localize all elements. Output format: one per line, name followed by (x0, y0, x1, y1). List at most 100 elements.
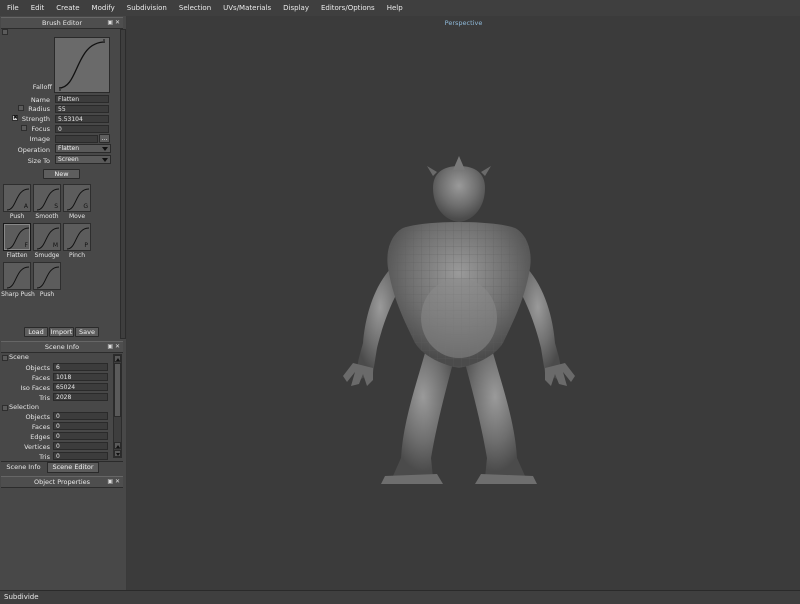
image-label: Image (29, 135, 50, 143)
menu-bar: File Edit Create Modify Subdivision Sele… (0, 0, 800, 16)
sel-edges-value: 0 (53, 432, 108, 440)
menu-display[interactable]: Display (277, 0, 315, 16)
menu-selection[interactable]: Selection (173, 0, 217, 16)
brush-hotkey: G (83, 203, 88, 210)
brush-hotkey: A (23, 203, 28, 210)
falloff-label: Falloff (32, 83, 52, 91)
menu-help[interactable]: Help (381, 0, 409, 16)
brush-editor-title: Brush Editor (41, 19, 83, 27)
chevron-down-icon (102, 158, 108, 162)
operation-label: Operation (17, 146, 50, 154)
menu-editors-options[interactable]: Editors/Options (315, 0, 381, 16)
import-button[interactable]: Import (49, 327, 74, 337)
panel-collapse-checkbox[interactable] (2, 29, 8, 35)
menu-edit[interactable]: Edit (25, 0, 51, 16)
brush-label-push: Push (9, 213, 25, 220)
faces-label: Faces (31, 374, 50, 382)
brush-label-sharp-push: Sharp Push (1, 291, 35, 298)
status-text: Subdivide (4, 593, 39, 601)
scroll-up-icon[interactable] (114, 355, 121, 362)
scene-group-header: Scene (9, 353, 29, 361)
close-icon[interactable]: ✕ (115, 343, 120, 350)
object-properties-title: Object Properties (33, 478, 91, 486)
left-panel: Brush Editor ▣ ✕ Falloff Name Flatten Ra… (0, 16, 126, 590)
tris-label: Tris (39, 394, 50, 402)
perspective-viewport[interactable]: Perspective (127, 16, 800, 590)
brush-smooth[interactable]: S (33, 184, 61, 212)
selection-group-checkbox[interactable] (2, 405, 8, 411)
close-icon[interactable]: ✕ (115, 478, 120, 485)
operation-dropdown[interactable]: Flatten (55, 144, 111, 153)
sizeto-dropdown[interactable]: Screen (55, 155, 111, 164)
brush-editor-scrollbar[interactable] (120, 29, 126, 339)
name-field[interactable]: Flatten (55, 95, 109, 103)
brush-flatten[interactable]: F (3, 223, 31, 251)
brush-label-smooth: Smooth (35, 213, 59, 220)
sel-objects-label: Objects (25, 413, 50, 421)
brush-label-pinch: Pinch (68, 252, 86, 259)
scene-info-title: Scene Info (44, 343, 80, 351)
sel-edges-label: Edges (30, 433, 50, 441)
objects-label: Objects (25, 364, 50, 372)
isofaces-value: 65024 (53, 383, 108, 391)
radius-label: Radius (28, 105, 50, 113)
falloff-curve-icon (6, 266, 30, 289)
save-button[interactable]: Save (75, 327, 99, 337)
sel-objects-value: 0 (53, 412, 108, 420)
brush-hotkey: S (54, 203, 58, 210)
falloff-curve-editor[interactable] (54, 37, 110, 93)
new-brush-button[interactable]: New (43, 169, 80, 179)
scroll-down-icon[interactable] (114, 450, 121, 457)
scene-group-checkbox[interactable] (2, 355, 8, 361)
focus-label: Focus (31, 125, 50, 133)
creature-model[interactable] (127, 16, 800, 590)
brush-label-push-2: Push (39, 291, 55, 298)
sizeto-label: Size To (27, 157, 50, 165)
close-icon[interactable]: ✕ (115, 19, 120, 26)
menu-uvs-materials[interactable]: UVs/Materials (217, 0, 277, 16)
brush-hotkey: M (52, 242, 58, 249)
image-field[interactable] (55, 135, 98, 143)
falloff-curve-icon (58, 39, 106, 91)
objects-value: 6 (53, 363, 108, 371)
menu-create[interactable]: Create (50, 0, 85, 16)
sizeto-value: Screen (58, 156, 79, 163)
sel-tris-value: 0 (53, 452, 108, 460)
load-button[interactable]: Load (24, 327, 48, 337)
brush-pinch[interactable]: P (63, 223, 91, 251)
name-label: Name (30, 96, 50, 104)
menu-subdivision[interactable]: Subdivision (121, 0, 173, 16)
tris-value: 2028 (53, 393, 108, 401)
brush-smudge[interactable]: M (33, 223, 61, 251)
scroll-thumb[interactable] (114, 363, 121, 417)
brush-move[interactable]: G (63, 184, 91, 212)
image-browse-button[interactable]: ... (99, 134, 110, 143)
sel-vertices-value: 0 (53, 442, 108, 450)
focus-field[interactable]: 0 (55, 125, 109, 133)
chevron-down-icon (102, 147, 108, 151)
radius-field[interactable]: 55 (55, 105, 109, 113)
scene-info-scrollbar[interactable] (113, 354, 122, 458)
menu-modify[interactable]: Modify (86, 0, 121, 16)
brush-push-2[interactable] (33, 262, 61, 290)
isofaces-label: Iso Faces (20, 384, 50, 392)
selection-group-header: Selection (9, 403, 39, 411)
menu-file[interactable]: File (0, 0, 25, 16)
brush-label-flatten: Flatten (6, 252, 28, 259)
sel-tris-label: Tris (39, 453, 50, 461)
tab-scene-info[interactable]: Scene Info (2, 462, 45, 473)
float-icon[interactable]: ▣ (107, 19, 113, 26)
tab-scene-editor[interactable]: Scene Editor (47, 462, 99, 473)
float-icon[interactable]: ▣ (107, 343, 113, 350)
brush-sharp-push[interactable] (3, 262, 31, 290)
operation-value: Flatten (58, 145, 79, 152)
float-icon[interactable]: ▣ (107, 478, 113, 485)
object-properties-titlebar: Object Properties ▣ ✕ (1, 476, 123, 488)
strength-field[interactable]: 5.53104 (55, 115, 109, 123)
brush-editor-titlebar: Brush Editor ▣ ✕ (1, 17, 123, 29)
brush-push[interactable]: A (3, 184, 31, 212)
scene-info-titlebar: Scene Info ▣ ✕ (1, 341, 123, 353)
scroll-up-icon[interactable] (114, 442, 121, 449)
strength-label: Strength (21, 115, 50, 123)
sel-faces-label: Faces (31, 423, 50, 431)
